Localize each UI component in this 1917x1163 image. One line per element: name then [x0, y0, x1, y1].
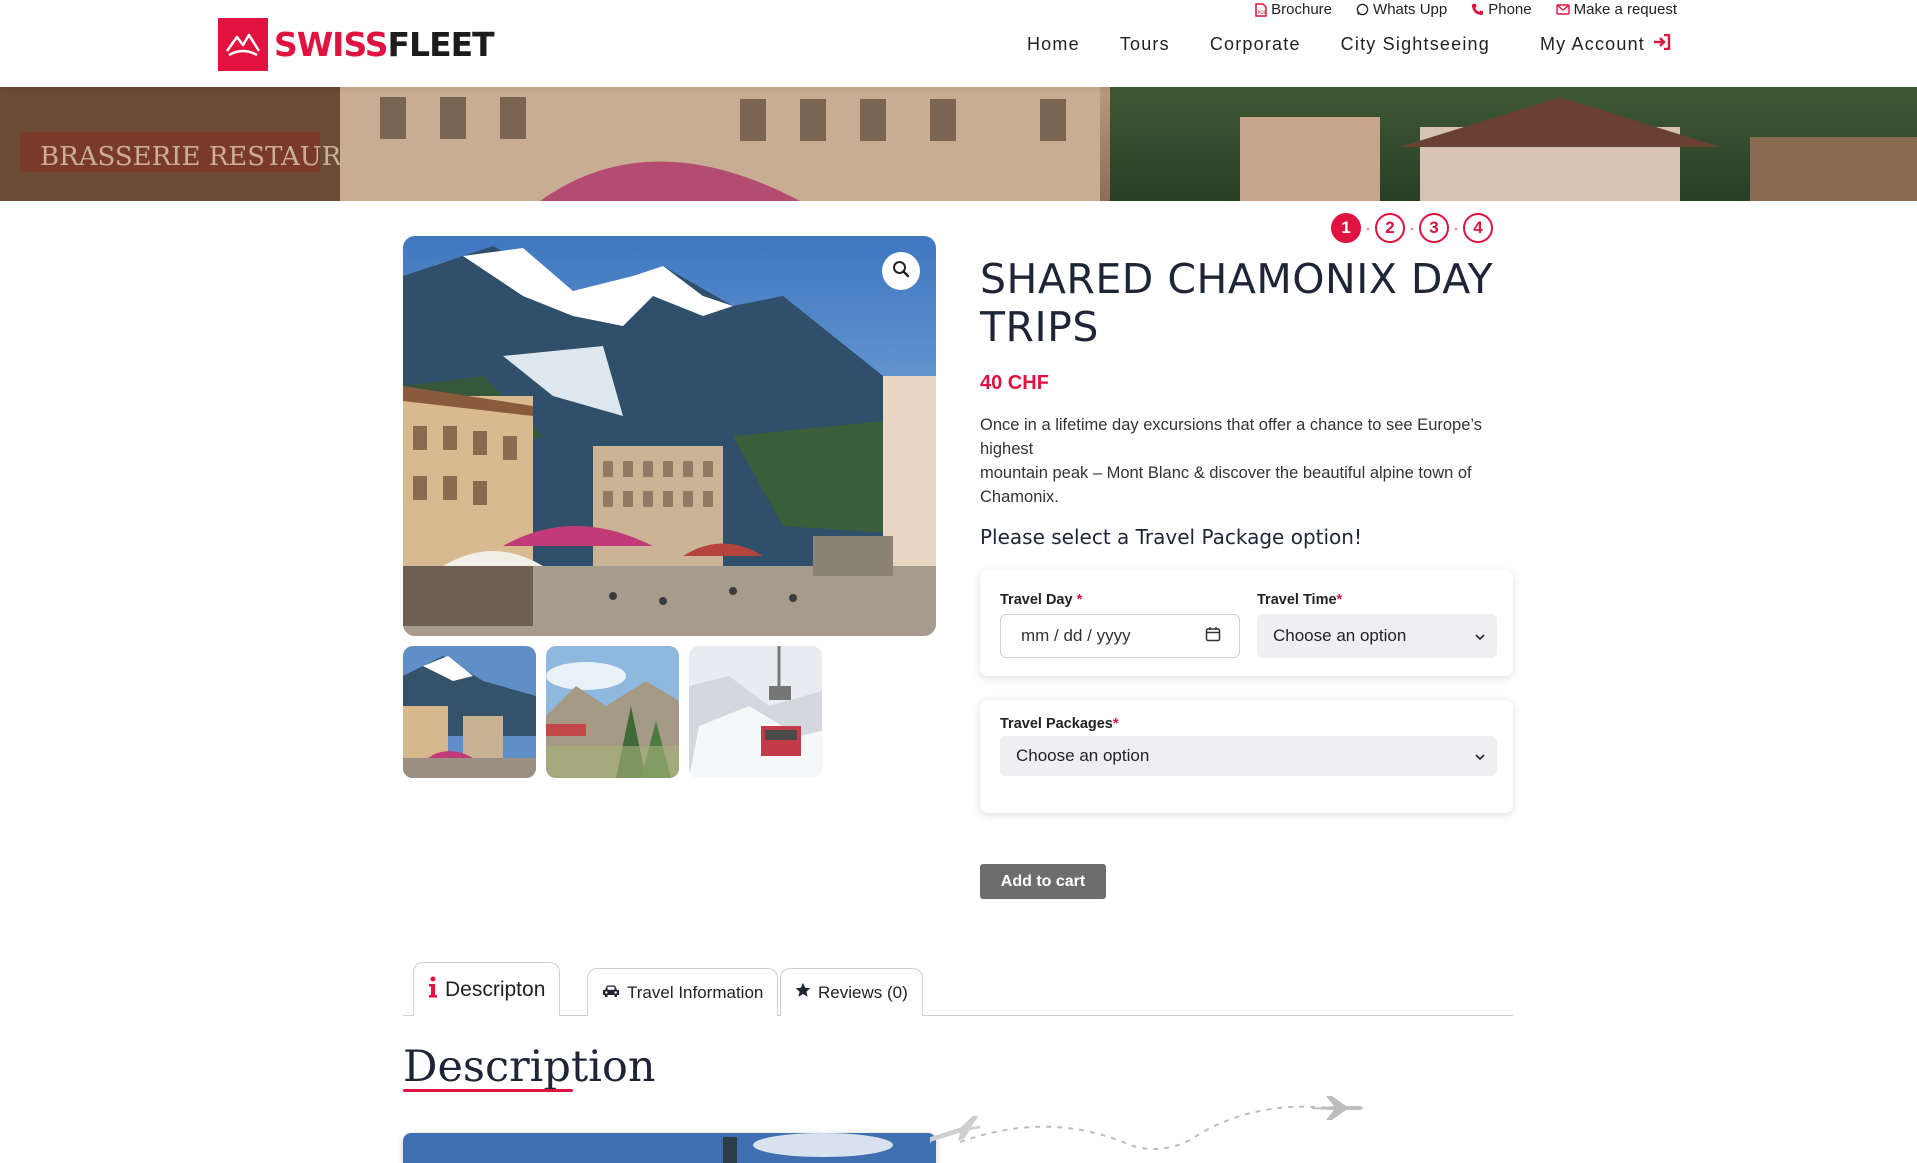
- tab-description[interactable]: Descripton: [413, 962, 561, 1016]
- travel-date-time-card: Travel Day * mm / dd / yyyy Travel Time* …: [980, 570, 1513, 676]
- description-line-1: Once in a lifetime day excursions that o…: [980, 416, 1483, 458]
- logo-swiss-text: SWISS: [274, 25, 388, 64]
- travel-time-label-text: Travel Time: [1257, 592, 1337, 608]
- phone-label: Phone: [1488, 1, 1532, 18]
- section-heading: Description: [403, 1042, 656, 1092]
- thumbnail-cable-car[interactable]: [689, 646, 822, 778]
- step-3[interactable]: 3: [1419, 213, 1449, 243]
- whatsapp-icon: [1356, 3, 1369, 16]
- zoom-button[interactable]: [882, 252, 920, 290]
- svg-text:PDF: PDF: [1258, 10, 1267, 16]
- top-utility-links: PDF Brochure Whats Upp Phone Make a requ…: [1255, 1, 1677, 18]
- travel-packages-select[interactable]: Choose an option: [1000, 736, 1497, 776]
- package-select-heading: Please select a Travel Package option!: [980, 525, 1362, 549]
- star-icon: [795, 982, 811, 1003]
- make-request-label: Make a request: [1573, 1, 1677, 18]
- chevron-down-icon: [1475, 626, 1485, 646]
- search-icon: [892, 260, 910, 283]
- logo-mountain-icon: [218, 18, 268, 71]
- travel-day-date-input[interactable]: mm / dd / yyyy: [1000, 614, 1240, 658]
- brochure-label: Brochure: [1271, 1, 1333, 18]
- product-short-description: Once in a lifetime day excursions that o…: [980, 413, 1520, 509]
- tabs-divider: [403, 1015, 1513, 1016]
- airplane-icon: [1312, 1096, 1363, 1120]
- nav-city-sightseeing[interactable]: City Sightseeing: [1341, 34, 1490, 55]
- decorative-flight-path: [922, 1090, 1390, 1163]
- phone-link[interactable]: Phone: [1471, 1, 1532, 18]
- airplane-icon: [922, 1115, 982, 1148]
- step-indicator: 1 - 2 - 3 - 4: [1331, 213, 1493, 243]
- step-separator: -: [1454, 221, 1458, 235]
- description-line-2: mountain peak – Mont Blanc & discover th…: [980, 464, 1472, 506]
- required-asterisk: *: [1076, 592, 1083, 608]
- travel-packages-label: Travel Packages*: [1000, 716, 1119, 732]
- hero-banner-image: BRASSERIE RESTAURANT: [0, 87, 1917, 201]
- step-separator: -: [1366, 221, 1370, 235]
- logo-fleet-text: FLEET: [387, 25, 495, 64]
- info-icon: [428, 976, 438, 1004]
- nav-my-account[interactable]: My Account: [1539, 33, 1671, 55]
- thumbnail-gallery: [403, 646, 822, 778]
- travel-day-label-text: Travel Day: [1000, 592, 1073, 608]
- step-4[interactable]: 4: [1463, 213, 1493, 243]
- thumbnail-alpine-trees[interactable]: [546, 646, 679, 778]
- product-price: 40 CHF: [980, 372, 1049, 394]
- tab-description-label: Descripton: [445, 977, 546, 1001]
- tab-reviews[interactable]: Reviews (0): [780, 968, 923, 1016]
- calendar-icon[interactable]: [1205, 626, 1221, 647]
- nav-corporate[interactable]: Corporate: [1210, 34, 1301, 55]
- main-nav: Home Tours Corporate City Sightseeing My…: [1027, 33, 1671, 55]
- brochure-link[interactable]: PDF Brochure: [1255, 1, 1332, 18]
- car-icon: [602, 983, 620, 1003]
- nav-tours[interactable]: Tours: [1120, 34, 1170, 55]
- travel-time-select[interactable]: Choose an option: [1257, 614, 1497, 658]
- whatsapp-label: Whats Upp: [1373, 1, 1448, 18]
- travel-time-selected-value: Choose an option: [1273, 626, 1407, 645]
- whatsapp-link[interactable]: Whats Upp: [1356, 1, 1447, 18]
- step-separator: -: [1410, 221, 1414, 235]
- description-image: [403, 1133, 936, 1163]
- sign-in-icon: [1653, 33, 1671, 55]
- thumbnail-chamonix-town[interactable]: [403, 646, 536, 778]
- tab-travel-information-label: Travel Information: [627, 982, 764, 1002]
- required-asterisk: *: [1112, 716, 1119, 732]
- pdf-icon: PDF: [1255, 2, 1267, 17]
- product-title: SHARED CHAMONIX DAY TRIPS: [980, 255, 1494, 351]
- step-2[interactable]: 2: [1375, 213, 1405, 243]
- travel-packages-selected-value: Choose an option: [1016, 746, 1150, 765]
- travel-time-label: Travel Time*: [1257, 592, 1342, 608]
- travel-packages-card: Travel Packages* Choose an option: [980, 700, 1513, 813]
- add-to-cart-button[interactable]: Add to cart: [980, 864, 1106, 899]
- step-1[interactable]: 1: [1331, 213, 1361, 243]
- product-main-image[interactable]: [403, 236, 936, 636]
- site-header: SWISSFLEET PDF Brochure Whats Upp Phone: [0, 0, 1917, 87]
- heading-underline: [403, 1089, 573, 1092]
- nav-home[interactable]: Home: [1027, 34, 1080, 55]
- required-asterisk: *: [1336, 592, 1343, 608]
- swissfleet-logo[interactable]: SWISSFLEET: [218, 18, 495, 71]
- my-account-label: My Account: [1539, 34, 1645, 54]
- phone-icon: [1471, 3, 1484, 16]
- date-placeholder: mm / dd / yyyy: [1021, 626, 1131, 645]
- tab-reviews-label: Reviews (0): [818, 982, 908, 1002]
- travel-day-label: Travel Day *: [1000, 592, 1082, 608]
- make-request-link[interactable]: Make a request: [1555, 1, 1677, 18]
- logo-wordmark: SWISSFLEET: [274, 25, 495, 64]
- chevron-down-icon: [1475, 746, 1485, 766]
- travel-packages-label-text: Travel Packages: [1000, 716, 1113, 732]
- tab-travel-information[interactable]: Travel Information: [587, 968, 779, 1016]
- envelope-icon: [1555, 4, 1570, 15]
